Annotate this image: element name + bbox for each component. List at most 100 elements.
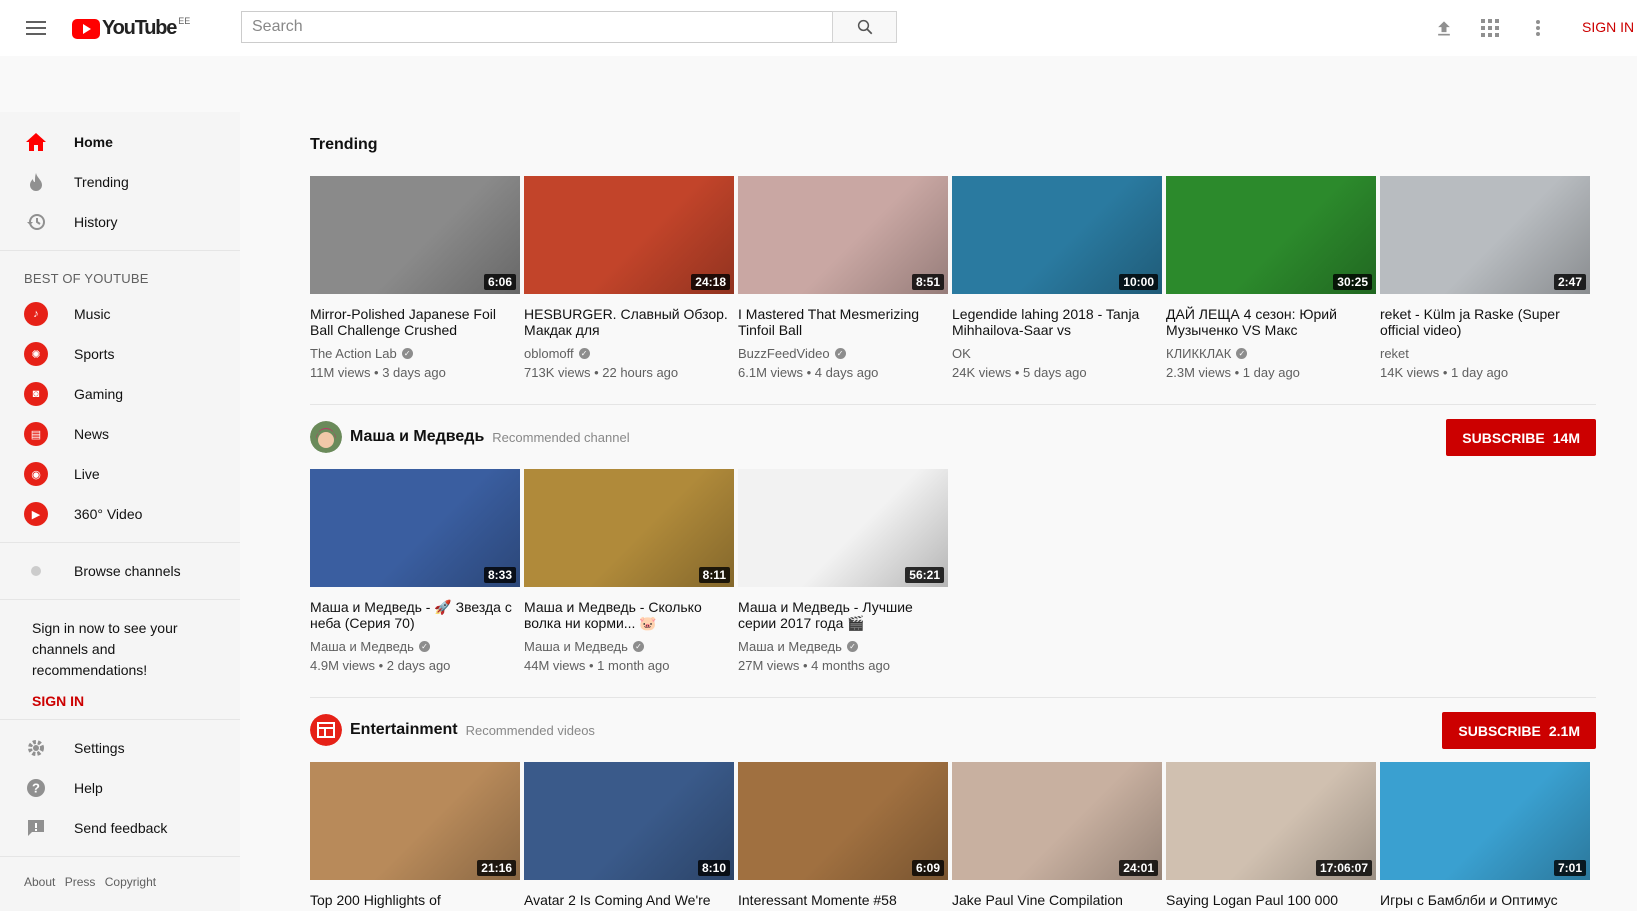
video-title[interactable]: Legendide lahing 2018 - Tanja Mihhailova… <box>952 306 1162 338</box>
sidebar-item-help[interactable]: ? Help <box>0 768 240 808</box>
video-thumbnail[interactable]: 30:25 <box>1166 176 1376 294</box>
video-card[interactable]: 30:25 ДАЙ ЛЕЩА 4 сезон: Юрий Музыченко V… <box>1166 176 1376 380</box>
channel-shelf-header: Маша и Медведь Recommended channel SUBSC… <box>310 419 1596 456</box>
video-channel[interactable]: Маша и Медведь ✓ <box>738 639 948 654</box>
upload-icon[interactable] <box>1432 16 1456 40</box>
sidebar-item-label: News <box>74 426 110 442</box>
video-thumbnail[interactable]: 2:47 <box>1380 176 1590 294</box>
sidebar-item-gaming[interactable]: ◙ Gaming <box>0 374 240 414</box>
video-channel[interactable]: oblomoff ✓ <box>524 346 734 361</box>
sidebar-item-browse-channels[interactable]: Browse channels <box>0 551 240 591</box>
video-card[interactable]: 8:33 Маша и Медведь - 🚀 Звезда с неба (С… <box>310 469 520 673</box>
menu-icon[interactable] <box>24 18 48 38</box>
video-card[interactable]: 8:11 Маша и Медведь - Сколько волка ни к… <box>524 469 734 673</box>
video-card[interactable]: 24:01 Jake Paul Vine Compilation <box>952 762 1162 911</box>
video-thumbnail[interactable]: 6:09 <box>738 762 948 880</box>
sidebar-item-settings[interactable]: Settings <box>0 728 240 768</box>
sidebar-item-home[interactable]: Home <box>0 122 240 162</box>
video-thumbnail[interactable]: 7:01 <box>1380 762 1590 880</box>
footer-link-about[interactable]: About <box>24 875 55 889</box>
gaming-icon: ◙ <box>24 382 48 406</box>
video-channel[interactable]: The Action Lab ✓ <box>310 346 520 361</box>
search-input[interactable] <box>241 11 832 43</box>
sidebar-item-trending[interactable]: Trending <box>0 162 240 202</box>
trending-heading[interactable]: Trending <box>310 112 1600 166</box>
video-title[interactable]: Interessant Momente #58 <box>738 892 948 911</box>
video-card[interactable]: 6:09 Interessant Momente #58 <box>738 762 948 911</box>
video-card[interactable]: 8:51 I Mastered That Mesmerizing Tinfoil… <box>738 176 948 380</box>
video-channel[interactable]: Маша и Медведь ✓ <box>524 639 734 654</box>
video-title[interactable]: Игры с Бамблби и Оптимус <box>1380 892 1590 911</box>
subscribe-button[interactable]: SUBSCRIBE 2.1M <box>1442 712 1596 749</box>
video-thumbnail[interactable]: 56:21 <box>738 469 948 587</box>
sidebar-item-send-feedback[interactable]: Send feedback <box>0 808 240 848</box>
sidebar-item-360-video[interactable]: ▶ 360° Video <box>0 494 240 534</box>
search-bar <box>241 11 897 43</box>
video-card[interactable]: 7:01 Игры с Бамблби и Оптимус <box>1380 762 1590 911</box>
video-title[interactable]: ДАЙ ЛЕЩА 4 сезон: Юрий Музыченко VS Макс <box>1166 306 1376 338</box>
video-title[interactable]: Top 200 Highlights of <box>310 892 520 911</box>
history-icon <box>24 210 48 234</box>
sidebar-item-label: Help <box>74 780 103 796</box>
video-thumbnail[interactable]: 8:11 <box>524 469 734 587</box>
video-meta: 4.9M views • 2 days ago <box>310 658 451 673</box>
video-thumbnail[interactable]: 8:51 <box>738 176 948 294</box>
video-channel[interactable]: reket <box>1380 346 1590 361</box>
sidebar-divider <box>0 599 240 600</box>
video-thumbnail[interactable]: 24:18 <box>524 176 734 294</box>
video-thumbnail[interactable]: 17:06:07 <box>1166 762 1376 880</box>
video-title[interactable]: Jake Paul Vine Compilation <box>952 892 1162 911</box>
video-card[interactable]: 56:21 Маша и Медведь - Лучшие серии 2017… <box>738 469 948 673</box>
video-card[interactable]: 24:18 HESBURGER. Славный Обзор. Макдак д… <box>524 176 734 380</box>
video-thumbnail[interactable]: 24:01 <box>952 762 1162 880</box>
video-title[interactable]: Маша и Медведь - Сколько волка ни корми.… <box>524 599 734 631</box>
video-card[interactable]: 10:00 Legendide lahing 2018 - Tanja Mihh… <box>952 176 1162 380</box>
video-title[interactable]: reket - Külm ja Raske (Super official vi… <box>1380 306 1590 338</box>
video-title[interactable]: Mirror-Polished Japanese Foil Ball Chall… <box>310 306 520 338</box>
video-title[interactable]: I Mastered That Mesmerizing Tinfoil Ball <box>738 306 948 338</box>
sidebar-item-sports[interactable]: ✺ Sports <box>0 334 240 374</box>
footer-links: About Press Copyright <box>0 865 240 899</box>
channel-name: oblomoff <box>524 346 574 361</box>
video-channel[interactable]: OK <box>952 346 1162 361</box>
video-thumbnail[interactable]: 6:06 <box>310 176 520 294</box>
channel-avatar[interactable] <box>310 421 342 453</box>
video-card[interactable]: 8:10 Avatar 2 Is Coming And We're <box>524 762 734 911</box>
video-title[interactable]: HESBURGER. Славный Обзор. Макдак для <box>524 306 734 338</box>
subscribe-button[interactable]: SUBSCRIBE 14M <box>1446 419 1596 456</box>
verified-icon: ✓ <box>834 348 846 359</box>
youtube-logo[interactable]: YouTube EE <box>72 16 190 40</box>
video-card[interactable]: 6:06 Mirror-Polished Japanese Foil Ball … <box>310 176 520 380</box>
video-title[interactable]: Saying Logan Paul 100 000 <box>1166 892 1376 911</box>
more-options-icon[interactable] <box>1526 16 1550 40</box>
video-card[interactable]: 2:47 reket - Külm ja Raske (Super offici… <box>1380 176 1590 380</box>
sidebar-item-history[interactable]: History <box>0 202 240 242</box>
sidebar-item-music[interactable]: ♪ Music <box>0 294 240 334</box>
video-card[interactable]: 21:16 Top 200 Highlights of <box>310 762 520 911</box>
video-thumbnail[interactable]: 10:00 <box>952 176 1162 294</box>
footer-link-copyright[interactable]: Copyright <box>105 875 156 889</box>
video-title[interactable]: Маша и Медведь - Лучшие серии 2017 года … <box>738 599 948 631</box>
music-icon: ♪ <box>24 302 48 326</box>
video-thumbnail[interactable]: 8:33 <box>310 469 520 587</box>
sidebar-sign-in-link[interactable]: SIGN IN <box>0 693 240 709</box>
sidebar-item-news[interactable]: ▤ News <box>0 414 240 454</box>
video-card[interactable]: 17:06:07 Saying Logan Paul 100 000 <box>1166 762 1376 911</box>
video-channel[interactable]: BuzzFeedVideo ✓ <box>738 346 948 361</box>
apps-icon[interactable] <box>1478 16 1502 40</box>
entertainment-channel-icon[interactable] <box>310 714 342 746</box>
verified-icon: ✓ <box>418 641 430 652</box>
video-thumbnail[interactable]: 8:10 <box>524 762 734 880</box>
search-button[interactable] <box>832 11 897 43</box>
video-title[interactable]: Avatar 2 Is Coming And We're <box>524 892 734 911</box>
video-title[interactable]: Маша и Медведь - 🚀 Звезда с неба (Серия … <box>310 599 520 631</box>
channel-name: КЛИККЛАК <box>1166 346 1232 361</box>
footer-link-press[interactable]: Press <box>65 875 96 889</box>
channel-name[interactable]: Маша и Медведь <box>350 428 484 446</box>
sign-in-button[interactable]: SIGN IN <box>1582 19 1634 35</box>
video-channel[interactable]: КЛИККЛАК ✓ <box>1166 346 1376 361</box>
channel-name[interactable]: Entertainment <box>350 721 458 739</box>
video-channel[interactable]: Маша и Медведь ✓ <box>310 639 520 654</box>
sidebar-item-live[interactable]: ◉ Live <box>0 454 240 494</box>
video-thumbnail[interactable]: 21:16 <box>310 762 520 880</box>
